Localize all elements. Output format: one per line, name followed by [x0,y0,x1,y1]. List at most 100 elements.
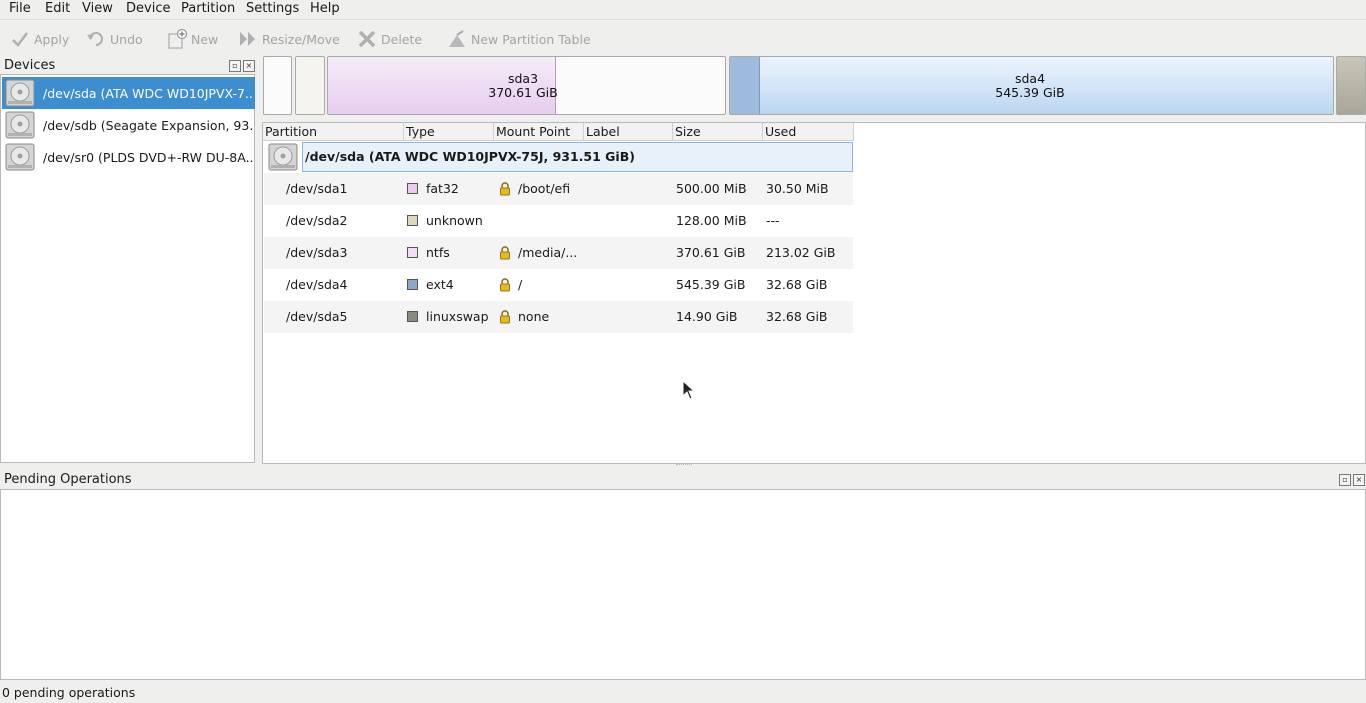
partition-size: 128.00 MiB [676,213,747,228]
column-header-size[interactable]: Size [673,123,763,141]
lock-icon [500,310,510,324]
apply-button[interactable]: Apply [10,28,69,50]
mount-point: /media/... [518,245,578,260]
pending-float-button[interactable]: ▫ [1339,474,1351,486]
optical-drive-icon [5,143,35,171]
toolbar: Apply Undo New Resize/Move Delete New Pa… [0,19,1366,56]
new-partition-table-button[interactable]: New Partition Table [447,28,591,50]
menu-device[interactable]: Device [126,1,170,16]
undo-button[interactable]: Undo [86,28,143,50]
hard-disk-icon [5,79,35,107]
partition-used-fill [730,57,760,114]
column-header-type[interactable]: Type [404,123,494,141]
partition-segment-sda4[interactable]: sda4 545.39 GiB [729,56,1334,115]
pending-operations-title: Pending Operations [4,472,132,487]
menu-settings[interactable]: Settings [246,1,299,16]
partition-segment-sda2[interactable] [295,56,325,115]
partition-segment-sda5[interactable] [1336,56,1366,115]
partition-size: 545.39 GiB [676,277,746,292]
table-row[interactable]: /dev/sda3 ntfs/media/... 370.61 GiB 213.02 … [264,237,853,269]
device-label: /dev/sda (ATA WDC WD10JPVX-7... [43,85,253,101]
mount-point: none [518,309,550,324]
hard-disk-icon [5,111,35,139]
partition-size-label: 545.39 GiB [995,85,1065,100]
splitter-handle[interactable] [676,464,692,468]
filesystem-color-swatch [407,183,418,194]
status-bar-text: 0 pending operations [2,685,136,700]
disk-row[interactable]: /dev/sda (ATA WDC WD10JPVX-75J, 931.51 G… [264,141,853,173]
table-row[interactable]: /dev/sda5 linuxswap none 14.90 GiB 32.68 GiB [264,301,853,333]
new-button[interactable]: New [167,28,218,50]
delete-x-icon [357,29,377,49]
checkmark-icon [10,29,30,49]
lock-icon [500,278,510,292]
device-label: /dev/sr0 (PLDS DVD+-RW DU-8A... [43,149,253,165]
filesystem-type: unknown [426,213,483,228]
partition-name: /dev/sda5 [286,309,348,324]
devices-list: /dev/sda (ATA WDC WD10JPVX-7... /dev/sdb… [0,74,255,463]
device-label: /dev/sdb (Seagate Expansion, 93... [43,117,253,133]
partition-name: /dev/sda4 [286,277,348,292]
column-header-partition[interactable]: Partition [263,123,404,141]
apply-label: Apply [34,31,70,47]
new-partition-table-label: New Partition Table [471,31,591,47]
column-header-label[interactable]: Label [584,123,673,141]
resize-arrows-icon [238,29,258,49]
mount-point: /boot/efi [518,181,571,196]
filesystem-type: ext4 [426,277,454,292]
partition-name-label: sda4 [1014,71,1046,86]
partition-table-icon [447,29,467,49]
menu-file[interactable]: File [9,1,31,16]
partition-name: /dev/sda3 [286,245,348,260]
menu-partition[interactable]: Partition [181,1,235,16]
partition-size: 500.00 MiB [676,181,747,196]
table-row[interactable]: /dev/sda2 unknown 128.00 MiB --- [264,205,853,237]
table-row[interactable]: /dev/sda1 fat32/boot/efi 500.00 MiB 30.50 M… [264,173,853,205]
filesystem-type: linuxswap [426,309,489,324]
partition-used: 32.68 GiB [766,309,828,324]
partition-segment-sda1[interactable] [263,56,292,115]
filesystem-color-swatch [407,247,418,258]
partition-used: 30.50 MiB [766,181,829,196]
device-item-sdb[interactable]: /dev/sdb (Seagate Expansion, 93... [2,109,255,141]
menu-bar: File Edit View Device Partition Settings… [0,0,1366,18]
resize-move-button[interactable]: Resize/Move [238,28,340,50]
table-row[interactable]: /dev/sda4 ext4 / 545.39 GiB 32.68 GiB [264,269,853,301]
new-label: New [191,31,219,47]
device-item-sda[interactable]: /dev/sda (ATA WDC WD10JPVX-7... [2,77,255,109]
new-partition-icon [167,29,187,49]
delete-label: Delete [381,31,423,47]
menu-edit[interactable]: Edit [45,1,70,16]
filesystem-type: fat32 [426,181,459,196]
partition-table: Partition Type Mount Point Label Size Us… [262,122,1366,464]
filesystem-color-swatch [407,311,418,322]
partition-size: 14.90 GiB [676,309,738,324]
devices-float-button[interactable]: ▫ [229,60,241,72]
column-header-mount-point[interactable]: Mount Point [494,123,584,141]
device-item-sr0[interactable]: /dev/sr0 (PLDS DVD+-RW DU-8A... [2,141,255,173]
disk-name: /dev/sda (ATA WDC WD10JPVX-75J, 931.51 G… [305,149,635,164]
column-header-used[interactable]: Used [763,123,854,141]
partition-used: --- [766,213,780,228]
menu-help[interactable]: Help [310,1,340,16]
devices-close-button[interactable]: × [243,60,255,72]
devices-panel-title: Devices [4,58,56,73]
partition-name: /dev/sda2 [286,213,348,228]
filesystem-type: ntfs [426,245,450,260]
pending-close-button[interactable]: × [1353,474,1365,486]
mount-point: / [518,277,523,292]
mouse-cursor-icon [682,380,696,400]
partition-used: 32.68 GiB [766,277,828,292]
partition-used: 213.02 GiB [766,245,836,260]
lock-icon [500,182,510,196]
partition-name: /dev/sda1 [286,181,348,196]
filesystem-color-swatch [407,215,418,226]
delete-button[interactable]: Delete [357,28,422,50]
menu-view[interactable]: View [82,1,113,16]
partition-segment-sda3[interactable]: sda3 370.61 GiB [327,56,726,115]
filesystem-color-swatch [407,279,418,290]
pending-operations-list [0,489,1366,680]
hard-disk-icon [268,143,298,171]
partition-size-label: 370.61 GiB [488,85,558,100]
resize-move-label: Resize/Move [262,31,340,47]
